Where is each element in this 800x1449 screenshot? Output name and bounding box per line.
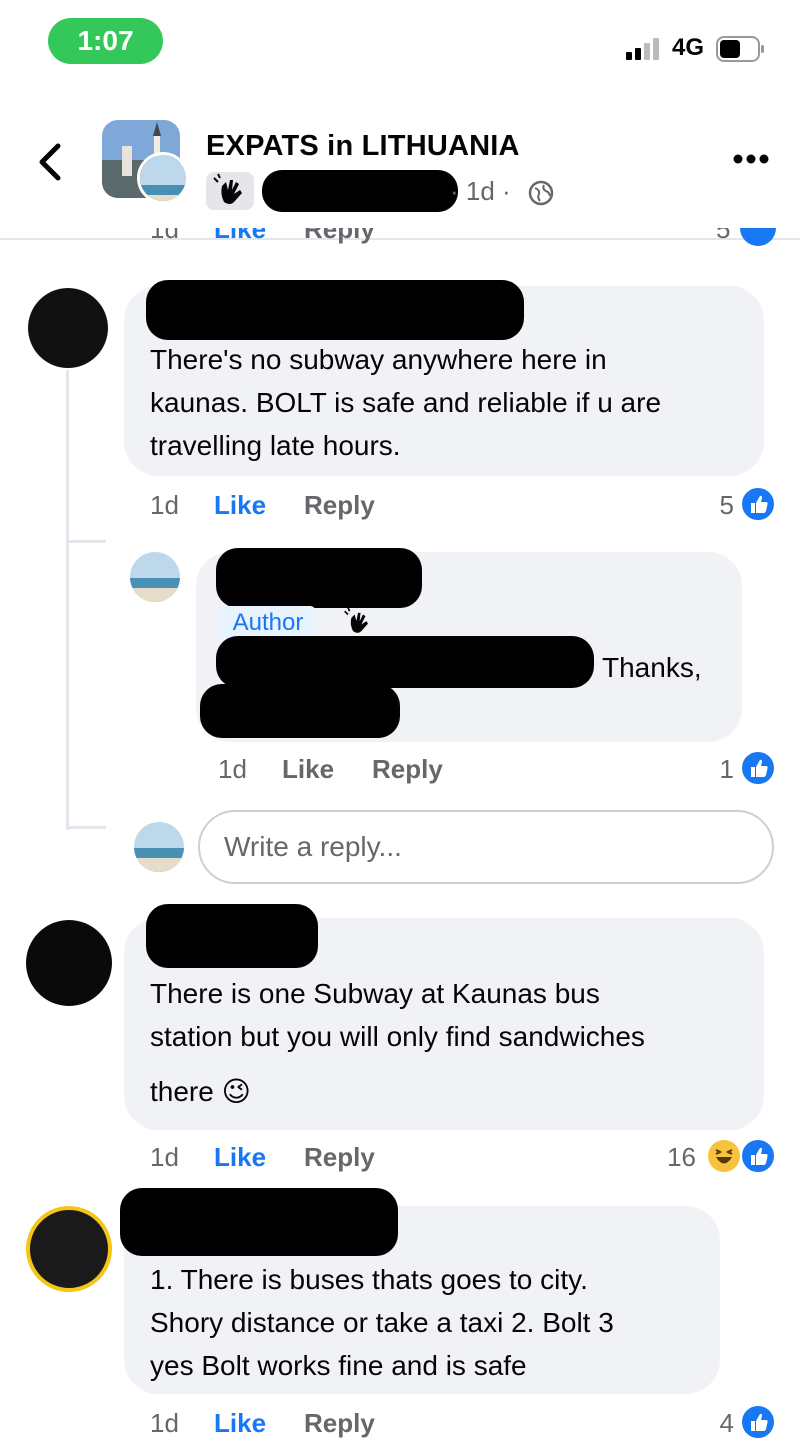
comment-text: 1. There is buses thats goes to city. Sh… [150,1264,614,1381]
chevron-left-icon[interactable] [34,142,66,182]
thread-line [66,370,69,830]
post-meta: · 1d · [450,176,511,206]
previous-comment-actions: 1d Like Reply 5 [0,228,800,250]
redacted-commenter-name [146,280,524,340]
reply-actions: 1d Like Reply [218,754,718,788]
reply-text: Thanks, [602,652,702,683]
thread-branch [66,826,106,829]
status-time: 1:07 [48,18,163,64]
user-avatar[interactable] [137,152,189,204]
comment-actions: 1d Like Reply [150,490,750,524]
redacted-author-name [262,170,458,212]
comment-actions: 1d Like Reply [150,1408,750,1442]
comment-time: 1d [150,1142,179,1172]
reply-time: 1d [218,754,247,784]
thread-branch [66,540,106,543]
comment-time: 1d [150,490,179,520]
redacted-mention [200,684,400,738]
like-button[interactable]: Like [214,1408,266,1439]
reply-button[interactable]: Reply [304,490,375,521]
reaction-count: 4 [719,1408,734,1438]
reaction-count: 5 [719,490,734,520]
reply-button[interactable]: Reply [304,1408,375,1439]
group-title[interactable]: EXPATS in LITHUANIA [206,130,520,163]
reaction-count: 16 [667,1142,696,1172]
post-header: EXPATS in LITHUANIA · 1d · [0,100,800,240]
like-reaction-icon[interactable] [740,1138,776,1174]
like-reaction-icon[interactable] [740,1404,776,1440]
haha-reaction-icon[interactable] [706,1138,742,1174]
like-reaction-icon[interactable] [740,486,776,522]
write-reply-input[interactable]: Write a reply... [198,810,774,884]
author-badge: Author [220,606,316,640]
like-button[interactable]: Like [214,1142,266,1173]
reply-button[interactable]: Reply [304,228,375,245]
reaction-count: 1 [719,754,734,784]
signal-strength-icon [626,38,666,60]
reply-avatar[interactable] [130,552,180,602]
more-horizontal-icon[interactable] [733,152,769,166]
reply-button[interactable]: Reply [372,754,443,785]
reply-text-end: ! [394,694,402,725]
commenter-avatar[interactable] [28,288,108,368]
current-user-avatar [134,822,184,872]
network-type: 4G [672,34,705,61]
like-reaction-icon [740,228,776,246]
commenter-avatar[interactable] [26,1206,112,1292]
wave-icon [206,172,254,210]
comment-time: 1d [150,228,179,244]
redacted-commenter-name [146,904,318,968]
like-button[interactable]: Like [282,754,334,785]
battery-icon [716,36,764,62]
comment-text: There's no subway anywhere here in kauna… [150,344,662,461]
like-reaction-icon[interactable] [740,750,776,786]
redacted-commenter-name [120,1188,398,1256]
globe-icon [528,180,554,206]
redacted-reply-author [216,548,422,608]
reply-button[interactable]: Reply [304,1142,375,1173]
like-button[interactable]: Like [214,228,266,245]
wave-icon [338,604,378,640]
comment-text: There is one Subway at Kaunas bus statio… [150,978,645,1107]
like-button[interactable]: Like [214,490,266,521]
reaction-count: 5 [716,228,731,244]
redacted-mention[interactable] [216,636,594,688]
comment-time: 1d [150,1408,179,1438]
commenter-avatar[interactable] [26,920,112,1006]
